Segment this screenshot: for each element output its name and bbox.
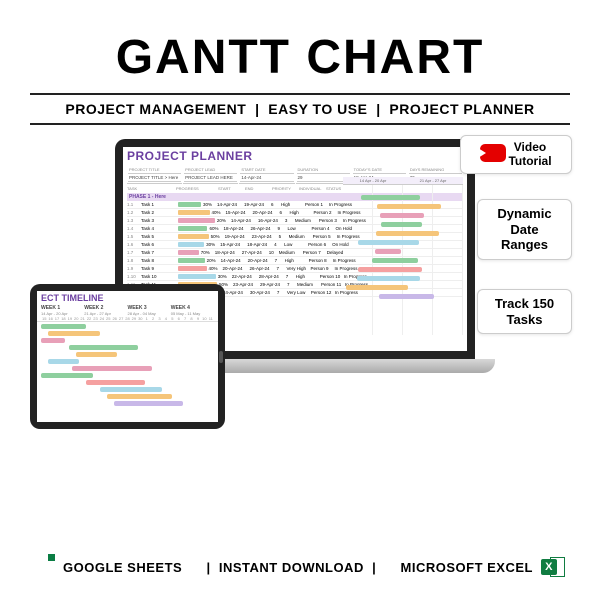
- timeline-bars: [37, 322, 218, 412]
- instant-download-label: | INSTANT DOWNLOAD |: [207, 560, 377, 575]
- subtitle-a: PROJECT MANAGEMENT: [65, 101, 246, 117]
- main-title: GANTT CHART: [20, 30, 580, 85]
- timeline-bar: [72, 366, 152, 371]
- google-sheets-icon: [35, 554, 55, 580]
- youtube-play-icon: [469, 144, 491, 164]
- timeline-title: ECT TIMELINE: [37, 291, 218, 305]
- badge-video-tutorial[interactable]: Video Tutorial: [460, 135, 572, 174]
- gantt-bar: [379, 294, 434, 299]
- gantt-bar: [381, 222, 422, 227]
- footer: GOOGLE SHEETS | INSTANT DOWNLOAD | MICRO…: [20, 544, 580, 580]
- gantt-bar: [377, 204, 442, 209]
- subtitle-bar: PROJECT MANAGEMENT | EASY TO USE | PROJE…: [30, 93, 570, 125]
- gantt-bar: [376, 231, 439, 236]
- timeline-bar: [41, 324, 86, 329]
- timeline-bar: [48, 331, 100, 336]
- timeline-bar: [76, 352, 118, 357]
- content-area: PROJECT PLANNER PROJECT TITLEPROJECT TIT…: [20, 139, 580, 544]
- gantt-bar: [372, 258, 418, 263]
- badge-dynamic-dates: Dynamic Date Ranges: [477, 199, 572, 260]
- timeline-bar: [100, 387, 162, 392]
- timeline-weeks: WEEK 114 Apr - 20 AprWEEK 221 Apr - 27 A…: [37, 305, 218, 316]
- sheet-title: PROJECT PLANNER: [123, 147, 467, 165]
- tablet-mock: ECT TIMELINE WEEK 114 Apr - 20 AprWEEK 2…: [30, 284, 225, 429]
- timeline-bar: [41, 373, 93, 378]
- gantt-bar: [358, 240, 419, 245]
- timeline-bar: [48, 359, 79, 364]
- product-card: GANTT CHART PROJECT MANAGEMENT | EASY TO…: [0, 0, 600, 600]
- spreadsheet-timeline: ECT TIMELINE WEEK 114 Apr - 20 AprWEEK 2…: [37, 291, 218, 422]
- badge-track-tasks: Track 150 Tasks: [477, 289, 572, 334]
- excel-icon: X: [541, 555, 565, 579]
- gantt-bar: [346, 285, 408, 290]
- gantt-bar: [375, 249, 401, 254]
- excel-label: MICROSOFT EXCEL X: [401, 555, 565, 579]
- timeline-bar: [114, 401, 183, 406]
- gantt-bar: [357, 276, 420, 281]
- timeline-bar: [69, 345, 138, 350]
- subtitle-b: EASY TO USE: [268, 101, 367, 117]
- gantt-bar: [380, 213, 424, 218]
- gantt-bar: [358, 267, 422, 272]
- tablet-home-button: [219, 351, 223, 363]
- timeline-bar: [86, 380, 145, 385]
- subtitle-c: PROJECT PLANNER: [389, 101, 534, 117]
- gantt-bar: [361, 195, 420, 200]
- timeline-bar: [41, 338, 65, 343]
- google-sheets-label: GOOGLE SHEETS: [35, 554, 182, 580]
- timeline-bar: [107, 394, 173, 399]
- gantt-area: 14 Apr - 20 Apr 21 Apr - 27 Apr: [343, 177, 463, 335]
